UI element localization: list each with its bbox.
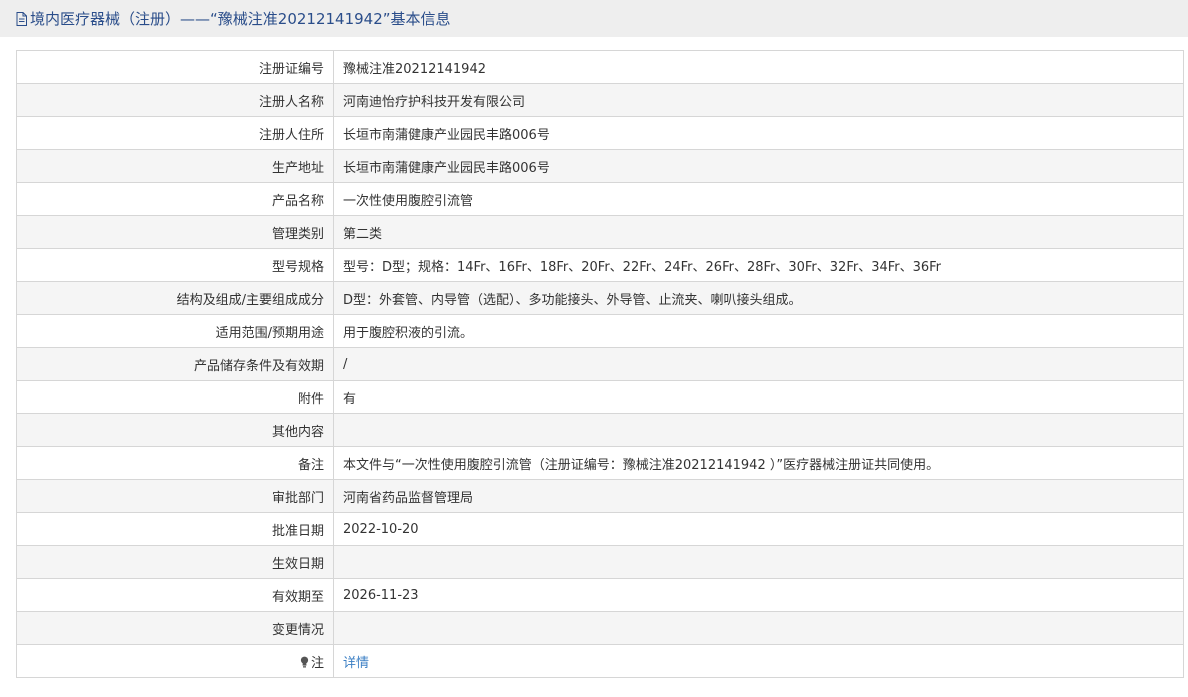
row-label: 其他内容 — [16, 413, 334, 447]
row-label: 管理类别 — [16, 215, 334, 249]
row-label: 备注 — [16, 446, 334, 480]
row-label: 有效期至 — [16, 578, 334, 612]
row-value: 一次性使用腹腔引流管 — [333, 182, 1184, 216]
row-label: 注 — [16, 644, 334, 678]
info-table-body: 注册证编号 豫械注准20212141942 注册人名称 河南迪怡疗护科技开发有限… — [16, 50, 1184, 678]
row-label: 注册人名称 — [16, 83, 334, 117]
table-row-storage: 产品储存条件及有效期 / — [16, 347, 1184, 381]
row-value: 详情 — [333, 644, 1184, 678]
row-label: 附件 — [16, 380, 334, 414]
page-header: 境内医疗器械（注册）——“豫械注准20212141942”基本信息 — [0, 0, 1188, 37]
table-row-expiry-date: 有效期至 2026-11-23 — [16, 578, 1184, 612]
table-row-approval-dept: 审批部门 河南省药品监督管理局 — [16, 479, 1184, 513]
row-label: 生效日期 — [16, 545, 334, 579]
row-label: 注册证编号 — [16, 50, 334, 84]
row-value: / — [333, 347, 1184, 381]
table-row-management-class: 管理类别 第二类 — [16, 215, 1184, 249]
table-row-model-spec: 型号规格 型号：D型；规格：14Fr、16Fr、18Fr、20Fr、22Fr、2… — [16, 248, 1184, 282]
table-row-changes: 变更情况 — [16, 611, 1184, 645]
table-row-product-name: 产品名称 一次性使用腹腔引流管 — [16, 182, 1184, 216]
table-row-other: 其他内容 — [16, 413, 1184, 447]
table-row-registration-number: 注册证编号 豫械注准20212141942 — [16, 50, 1184, 84]
row-label: 产品储存条件及有效期 — [16, 347, 334, 381]
lightbulb-icon — [300, 656, 309, 667]
row-value: 长垣市南蒲健康产业园民丰路006号 — [333, 149, 1184, 183]
row-value: 河南省药品监督管理局 — [333, 479, 1184, 513]
row-label: 生产地址 — [16, 149, 334, 183]
row-value: 2026-11-23 — [333, 578, 1184, 612]
table-row-effective-date: 生效日期 — [16, 545, 1184, 579]
row-value: 第二类 — [333, 215, 1184, 249]
row-label: 批准日期 — [16, 512, 334, 546]
row-label: 变更情况 — [16, 611, 334, 645]
table-row-registrant-address: 注册人住所 长垣市南蒲健康产业园民丰路006号 — [16, 116, 1184, 150]
row-value — [333, 545, 1184, 579]
row-value: 河南迪怡疗护科技开发有限公司 — [333, 83, 1184, 117]
details-link[interactable]: 详情 — [343, 656, 369, 671]
table-row-production-address: 生产地址 长垣市南蒲健康产业园民丰路006号 — [16, 149, 1184, 183]
row-value: 用于腹腔积液的引流。 — [333, 314, 1184, 348]
row-label: 型号规格 — [16, 248, 334, 282]
row-label: 结构及组成/主要组成成分 — [16, 281, 334, 315]
table-row-intended-use: 适用范围/预期用途 用于腹腔积液的引流。 — [16, 314, 1184, 348]
table-row-registrant-name: 注册人名称 河南迪怡疗护科技开发有限公司 — [16, 83, 1184, 117]
row-value — [333, 413, 1184, 447]
table-row-approval-date: 批准日期 2022-10-20 — [16, 512, 1184, 546]
page-title: 境内医疗器械（注册）——“豫械注准20212141942”基本信息 — [30, 10, 451, 28]
row-label: 注册人住所 — [16, 116, 334, 150]
row-value: 豫械注准20212141942 — [333, 50, 1184, 84]
row-value: 2022-10-20 — [333, 512, 1184, 546]
row-value: 有 — [333, 380, 1184, 414]
row-label: 审批部门 — [16, 479, 334, 513]
row-value: 本文件与“一次性使用腹腔引流管（注册证编号：豫械注准20212141942 ）”… — [333, 446, 1184, 480]
table-row-note: 注 详情 — [16, 644, 1184, 678]
row-value: D型：外套管、内导管（选配）、多功能接头、外导管、止流夹、喇叭接头组成。 — [333, 281, 1184, 315]
info-table: 注册证编号 豫械注准20212141942 注册人名称 河南迪怡疗护科技开发有限… — [16, 50, 1184, 678]
row-label: 产品名称 — [16, 182, 334, 216]
row-value: 型号：D型；规格：14Fr、16Fr、18Fr、20Fr、22Fr、24Fr、2… — [333, 248, 1184, 282]
row-label: 适用范围/预期用途 — [16, 314, 334, 348]
document-icon — [16, 11, 27, 26]
table-row-structure: 结构及组成/主要组成成分 D型：外套管、内导管（选配）、多功能接头、外导管、止流… — [16, 281, 1184, 315]
row-value: 长垣市南蒲健康产业园民丰路006号 — [333, 116, 1184, 150]
note-label: 注 — [310, 655, 324, 671]
table-row-remarks: 备注 本文件与“一次性使用腹腔引流管（注册证编号：豫械注准20212141942… — [16, 446, 1184, 480]
info-table-container: 注册证编号 豫械注准20212141942 注册人名称 河南迪怡疗护科技开发有限… — [16, 50, 1184, 678]
table-row-attachment: 附件 有 — [16, 380, 1184, 414]
row-value — [333, 611, 1184, 645]
